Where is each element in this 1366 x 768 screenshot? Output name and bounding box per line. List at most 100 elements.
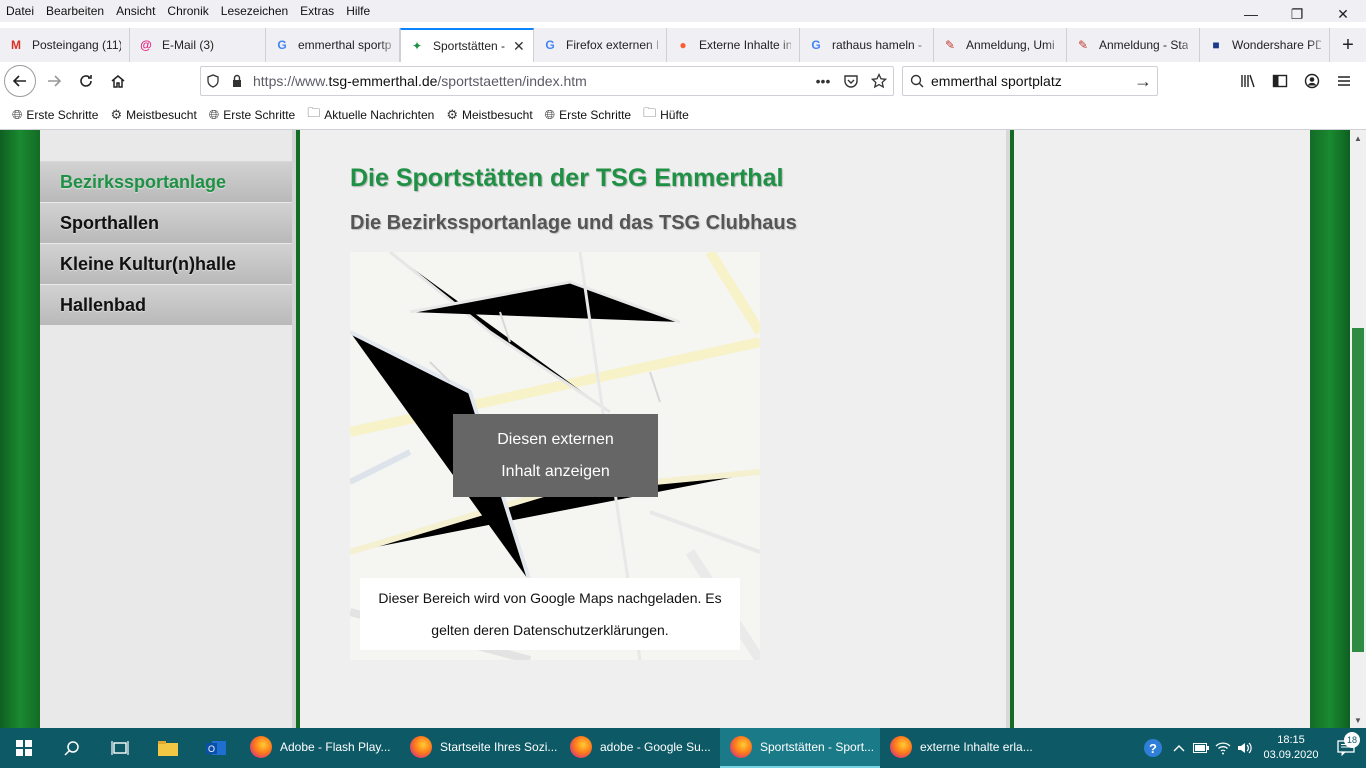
firefox-support-icon: ● [679,38,687,52]
close-tab-icon[interactable]: ✕ [513,38,525,55]
tab-label: Sportstätten - [433,39,506,53]
bookmark-star-icon[interactable] [865,73,893,89]
search-icon[interactable] [48,728,96,768]
tab-anmeldung-sta[interactable]: ✎ Anmeldung - Sta [1067,28,1200,62]
library-icon[interactable] [1232,66,1264,96]
tab-wondershare[interactable]: ■ Wondershare PDI [1200,28,1330,62]
close-window-button[interactable]: ✕ [1320,0,1366,28]
menu-datei[interactable]: Datei [0,4,40,18]
taskbar-app-externe-inhalte[interactable]: externe Inhalte erla... [880,728,1040,768]
taskbar-app-label: adobe - Google Su... [600,740,711,754]
task-view-icon[interactable] [96,728,144,768]
taskbar-app-sportstaetten[interactable]: Sportstätten - Sport... [720,728,880,768]
bookmark-label: Erste Schritte [26,107,99,122]
tab-externe-inhalte[interactable]: ● Externe Inhalte in [667,28,800,62]
google-icon: G [545,38,555,52]
bookmark-meistbesucht[interactable]: ⚙ Meistbesucht [110,107,196,123]
bookmark-erste-schritte[interactable]: 🌐︎ Erste Schritte [209,107,295,123]
outlook-icon[interactable]: O [192,728,240,768]
map-placeholder: Diesen externen Inhalt anzeigen Dieser B… [350,252,760,660]
forward-button[interactable] [38,65,70,97]
window-controls: — ❐ ✕ [1228,0,1366,28]
notification-count-badge: 18 [1344,732,1360,748]
sidebar: Bezirkssportanlage Sporthallen Kleine Ku… [40,130,296,728]
menu-ansicht[interactable]: Ansicht [110,4,161,18]
menu-lesezeichen[interactable]: Lesezeichen [215,4,294,18]
restore-button[interactable]: ❐ [1274,0,1320,28]
url-text[interactable]: https://www.tsg-emmerthal.de/sportstaett… [249,73,809,89]
home-icon [111,75,125,88]
show-external-content-button[interactable]: Diesen externen Inhalt anzeigen [453,414,658,497]
sidebar-item-hallenbad[interactable]: Hallenbad [40,285,292,325]
tab-email[interactable]: @ E-Mail (3) [130,28,266,62]
globe-icon: 🌐︎ [544,106,556,122]
chevron-up-icon[interactable] [1168,744,1190,752]
clock-time: 18:15 [1277,734,1305,746]
menu-extras[interactable]: Extras [294,4,340,18]
tab-sportstaetten[interactable]: ✦ Sportstätten - ✕ [400,28,534,62]
arrow-right-icon [48,75,62,87]
tab-label: emmerthal sportp [298,38,391,52]
account-icon[interactable] [1296,66,1328,96]
search-go-icon[interactable]: → [1129,71,1157,92]
lock-icon[interactable] [225,67,249,95]
taskbar-app-adobe-google[interactable]: adobe - Google Su... [560,728,720,768]
bookmark-huefte[interactable]: 🗀 Hüfte [643,104,689,126]
page-scrollbar[interactable]: ▲ ▼ [1350,130,1366,728]
home-button[interactable] [102,65,134,97]
search-bar[interactable]: → [902,66,1158,96]
battery-icon[interactable] [1190,743,1212,753]
mail-at-icon: @ [140,38,152,52]
menu-bearbeiten[interactable]: Bearbeiten [40,4,110,18]
file-explorer-icon[interactable] [144,728,192,768]
back-button[interactable] [4,65,36,97]
sidebar-toggle-icon[interactable] [1264,66,1296,96]
tab-label: Externe Inhalte in [699,38,791,52]
volume-icon[interactable] [1234,741,1256,755]
scroll-up-arrow-icon[interactable]: ▲ [1350,130,1366,146]
url-bar[interactable]: https://www.tsg-emmerthal.de/sportstaett… [200,66,894,96]
tab-label: Anmeldung, Umi [966,38,1055,52]
menu-bar: Datei Bearbeiten Ansicht Chronik Lesezei… [0,0,1366,22]
new-tab-button[interactable]: + [1330,28,1366,62]
taskbar-app-startseite[interactable]: Startseite Ihres Sozi... [400,728,560,768]
main-content: Die Sportstätten der TSG Emmerthal Die B… [300,130,1010,728]
folder-icon: 🗀 [643,104,657,120]
sidebar-item-kleine-kulturhalle[interactable]: Kleine Kultur(n)halle [40,244,292,284]
tab-anmeldung-um[interactable]: ✎ Anmeldung, Umi [934,28,1067,62]
sidebar-item-sporthallen[interactable]: Sporthallen [40,203,292,243]
notification-center-icon[interactable]: 18 [1326,732,1366,756]
hamburger-menu-icon[interactable] [1328,66,1360,96]
gmail-icon: M [11,38,21,52]
clock[interactable]: 18:15 03.09.2020 [1256,733,1326,763]
tab-label: rathaus hameln - [832,38,923,52]
sidebar-item-bezirkssportanlage[interactable]: Bezirkssportanlage [40,162,292,202]
scrollbar-thumb[interactable] [1352,328,1364,652]
page-subtitle: Die Bezirkssportanlage und das TSG Clubh… [350,212,797,234]
reload-button[interactable] [70,65,102,97]
bookmark-erste-schritte[interactable]: 🌐︎ Erste Schritte [545,107,631,123]
minimize-button[interactable]: — [1228,0,1274,28]
arrow-left-icon [12,75,26,87]
bookmark-meistbesucht[interactable]: ⚙ Meistbesucht [446,107,532,123]
search-input[interactable] [931,73,1129,89]
menu-hilfe[interactable]: Hilfe [340,4,376,18]
menu-chronik[interactable]: Chronik [161,4,214,18]
tab-label: E-Mail (3) [162,38,215,52]
tab-rathaus-hameln[interactable]: G rathaus hameln - [800,28,934,62]
wifi-icon[interactable] [1212,741,1234,755]
page-actions-icon[interactable]: ••• [809,73,837,89]
tab-emmerthal-search[interactable]: G emmerthal sportp [266,28,400,62]
help-icon[interactable]: ? [1138,738,1168,758]
tab-firefox-externen[interactable]: G Firefox externen I [534,28,667,62]
taskbar-app-label: Adobe - Flash Play... [280,740,391,754]
bookmark-label: Meistbesucht [126,107,197,122]
scroll-down-arrow-icon[interactable]: ▼ [1350,712,1366,728]
bookmark-aktuelle-nachrichten[interactable]: 🗀 Aktuelle Nachrichten [307,104,434,126]
taskbar-app-adobe-flash[interactable]: Adobe - Flash Play... [240,728,400,768]
bookmark-erste-schritte[interactable]: 🌐︎ Erste Schritte [12,107,98,123]
pocket-icon[interactable] [837,73,865,89]
tab-posteingang[interactable]: M Posteingang (11) [0,28,130,62]
windows-start-icon[interactable] [0,728,48,768]
shield-icon[interactable] [201,67,225,95]
